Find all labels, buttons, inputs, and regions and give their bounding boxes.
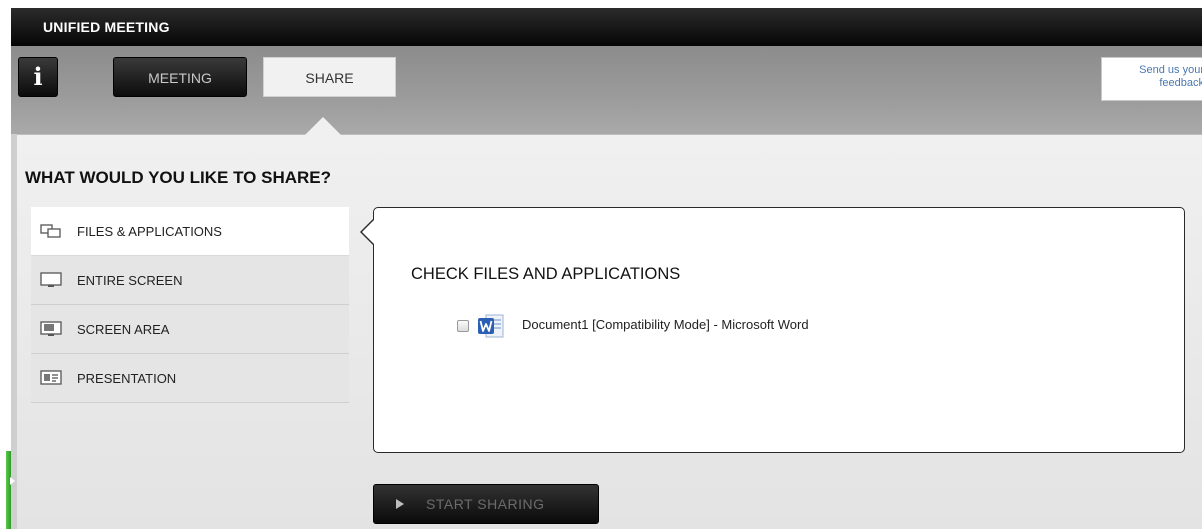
file-checkbox[interactable]: [457, 320, 469, 332]
share-option-screen-area[interactable]: SCREEN AREA: [31, 305, 349, 354]
share-content: WHAT WOULD YOU LIKE TO SHARE? FILES & AP…: [17, 117, 1202, 529]
panel-title: CHECK FILES AND APPLICATIONS: [411, 265, 681, 283]
page-title: WHAT WOULD YOU LIKE TO SHARE?: [25, 168, 331, 187]
share-option-label: ENTIRE SCREEN: [77, 273, 183, 288]
start-sharing-button[interactable]: START SHARING: [373, 484, 599, 524]
share-option-label: PRESENTATION: [77, 371, 177, 386]
panel-pointer-fill: [362, 219, 375, 245]
tab-meeting[interactable]: MEETING: [113, 57, 247, 97]
share-option-label: SCREEN AREA: [77, 322, 170, 337]
share-options-menu: FILES & APPLICATIONS ENTIRE SCREEN SCREE…: [31, 207, 349, 403]
share-option-files-applications[interactable]: FILES & APPLICATIONS: [31, 207, 349, 256]
expand-arrow-icon: [10, 477, 15, 485]
presentation-icon: [40, 370, 62, 385]
tab-share[interactable]: SHARE: [263, 57, 396, 97]
share-option-label: FILES & APPLICATIONS: [77, 224, 222, 239]
app-title: UNIFIED MEETING: [11, 8, 1202, 46]
play-icon: [396, 499, 404, 509]
screen-area-icon: [40, 321, 62, 336]
files-applications-panel: CHECK FILES AND APPLICATIONS Document1 […: [360, 207, 1185, 453]
meeting-window: UNIFIED MEETING i MEETING SHARE Send us …: [11, 8, 1202, 529]
monitor-icon: [40, 272, 62, 287]
feedback-link[interactable]: Send us your feedback: [1101, 57, 1202, 101]
share-option-entire-screen[interactable]: ENTIRE SCREEN: [31, 256, 349, 305]
word-icon: [478, 314, 504, 338]
toolbar: i MEETING SHARE Send us your feedback: [11, 46, 1202, 134]
share-option-presentation[interactable]: PRESENTATION: [31, 354, 349, 403]
info-button[interactable]: i: [18, 57, 58, 97]
start-sharing-label: START SHARING: [426, 496, 545, 512]
windows-icon: [40, 224, 61, 238]
file-label: Document1 [Compatibility Mode] - Microso…: [522, 317, 809, 332]
tab-pointer: [305, 117, 341, 135]
side-panel-handle[interactable]: [6, 451, 11, 529]
